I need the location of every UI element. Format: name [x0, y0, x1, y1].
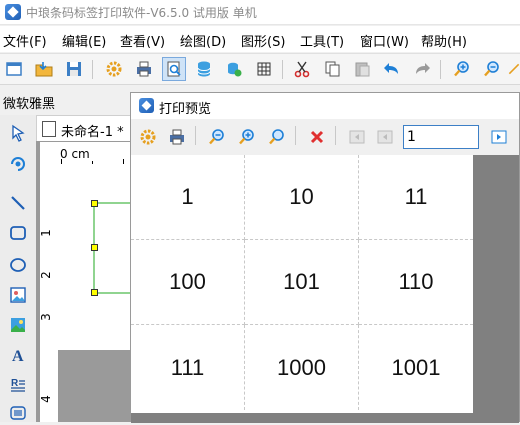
menu-window[interactable]: 窗口(W): [360, 31, 409, 50]
ruler-unit-label: 0 cm: [60, 147, 90, 161]
print-settings-gear-icon[interactable]: [136, 125, 160, 149]
title-bar: 中琅条码标签打印软件-V6.5.0 试用版 单机: [0, 0, 520, 25]
zoom-in-icon[interactable]: [450, 57, 474, 81]
open-folder-icon[interactable]: [32, 57, 56, 81]
preview-zoom-out-icon[interactable]: [205, 125, 229, 149]
previous-page-icon[interactable]: [373, 125, 397, 149]
undo-icon[interactable]: [380, 57, 404, 81]
document-tab[interactable]: 未命名-1 *: [36, 115, 138, 141]
label-sheet: 1 10 11 100 101 110 111 1000 1001: [131, 155, 473, 413]
svg-text:R: R: [11, 378, 19, 389]
redo-icon[interactable]: [410, 57, 434, 81]
rectangle-tool-icon[interactable]: [6, 221, 30, 245]
preview-fit-icon[interactable]: [265, 125, 289, 149]
selection-handle[interactable]: [91, 200, 98, 207]
picture-tool-icon[interactable]: [6, 313, 30, 337]
cut-icon[interactable]: [290, 57, 314, 81]
print-preview-window: 打印预览 1 10 11 100 101: [130, 92, 520, 423]
window-title: 中琅条码标签打印软件-V6.5.0 试用版 单机: [26, 6, 257, 20]
print-icon[interactable]: [132, 57, 156, 81]
preview-print-icon[interactable]: [165, 125, 189, 149]
menu-edit[interactable]: 编辑(E): [62, 31, 106, 50]
label-cell: 110: [359, 240, 473, 325]
label-cell: 101: [245, 240, 359, 325]
toolbar-separator: [295, 126, 296, 145]
menu-view[interactable]: 查看(V): [120, 31, 165, 50]
new-document-icon[interactable]: [2, 57, 26, 81]
toolbar-separator: [195, 126, 196, 145]
preview-zoom-in-icon[interactable]: [235, 125, 259, 149]
preview-title: 打印预览: [159, 102, 212, 117]
paste-icon[interactable]: [350, 57, 374, 81]
preview-app-icon: [139, 98, 154, 113]
menu-tools[interactable]: 工具(T): [300, 31, 344, 50]
label-cell: 10: [245, 155, 359, 240]
toolbar-separator: [440, 60, 441, 79]
zoom-out-icon[interactable]: [480, 57, 504, 81]
label-cell: 111: [131, 325, 245, 410]
menu-bar: 文件(F) 编辑(E) 查看(V) 绘图(D) 图形(S) 工具(T) 窗口(W…: [0, 26, 520, 52]
label-cell: 1001: [391, 354, 441, 380]
first-page-icon[interactable]: [345, 125, 369, 149]
menu-draw[interactable]: 绘图(D): [180, 31, 226, 50]
pointer-icon[interactable]: [6, 121, 30, 145]
vertical-ruler: 1 2 3 4: [38, 164, 59, 422]
close-preview-icon[interactable]: [305, 125, 329, 149]
menu-file[interactable]: 文件(F): [3, 31, 47, 50]
rotate-icon[interactable]: [6, 151, 30, 175]
copy-icon[interactable]: [320, 57, 344, 81]
preview-canvas: 1 10 11 100 101 110 111 1000 1001: [131, 155, 519, 423]
preview-margin-area: [473, 155, 519, 423]
svg-text:A: A: [12, 348, 24, 364]
vruler-mark: 4: [38, 395, 53, 403]
menu-help[interactable]: 帮助(H): [421, 31, 467, 50]
toolbar-separator: [282, 60, 283, 79]
selection-handle[interactable]: [91, 244, 98, 251]
label-cell: 1: [131, 155, 245, 240]
vruler-mark: 2: [38, 271, 53, 279]
horizontal-ruler: 0 cm: [40, 142, 132, 165]
database-link-icon[interactable]: [222, 57, 246, 81]
page-number-input[interactable]: [403, 125, 479, 149]
label-canvas[interactable]: [58, 164, 132, 350]
font-toolbar: 微软雅黑: [0, 86, 130, 114]
toolbar-separator: [335, 126, 336, 145]
toolbar-separator: [92, 60, 93, 79]
text-tool-icon[interactable]: A: [6, 343, 30, 367]
preview-title-bar: 打印预览: [131, 93, 519, 119]
label-cell: 1000: [245, 325, 359, 410]
document-tab-label: 未命名-1 *: [61, 125, 124, 140]
preview-toolbar: [131, 120, 519, 153]
tool-palette: A R: [0, 115, 37, 422]
vruler-mark: 3: [38, 313, 53, 321]
menu-shape[interactable]: 图形(S): [241, 31, 285, 50]
selected-text-frame: [93, 202, 132, 294]
label-cell: 100: [131, 240, 245, 325]
image-tool-icon[interactable]: [6, 283, 30, 307]
rich-text-tool-icon[interactable]: R: [6, 373, 30, 397]
vruler-mark: 1: [38, 229, 53, 237]
print-preview-icon[interactable]: [162, 57, 186, 81]
font-family-select[interactable]: 微软雅黑: [3, 93, 55, 112]
line-tool-icon[interactable]: [6, 191, 30, 215]
app-logo-icon: [5, 4, 21, 20]
save-icon[interactable]: [62, 57, 86, 81]
label-cell: 11: [359, 155, 473, 240]
ruler-icon[interactable]: [508, 57, 520, 81]
main-toolbar: [0, 53, 520, 85]
next-page-icon[interactable]: [487, 125, 511, 149]
settings-gear-icon[interactable]: [102, 57, 126, 81]
selection-handle[interactable]: [91, 289, 98, 296]
barcode-tool-icon[interactable]: [6, 401, 30, 425]
ellipse-tool-icon[interactable]: [6, 253, 30, 277]
database-icon[interactable]: [192, 57, 216, 81]
document-icon: [42, 121, 56, 137]
grid-icon[interactable]: [252, 57, 276, 81]
